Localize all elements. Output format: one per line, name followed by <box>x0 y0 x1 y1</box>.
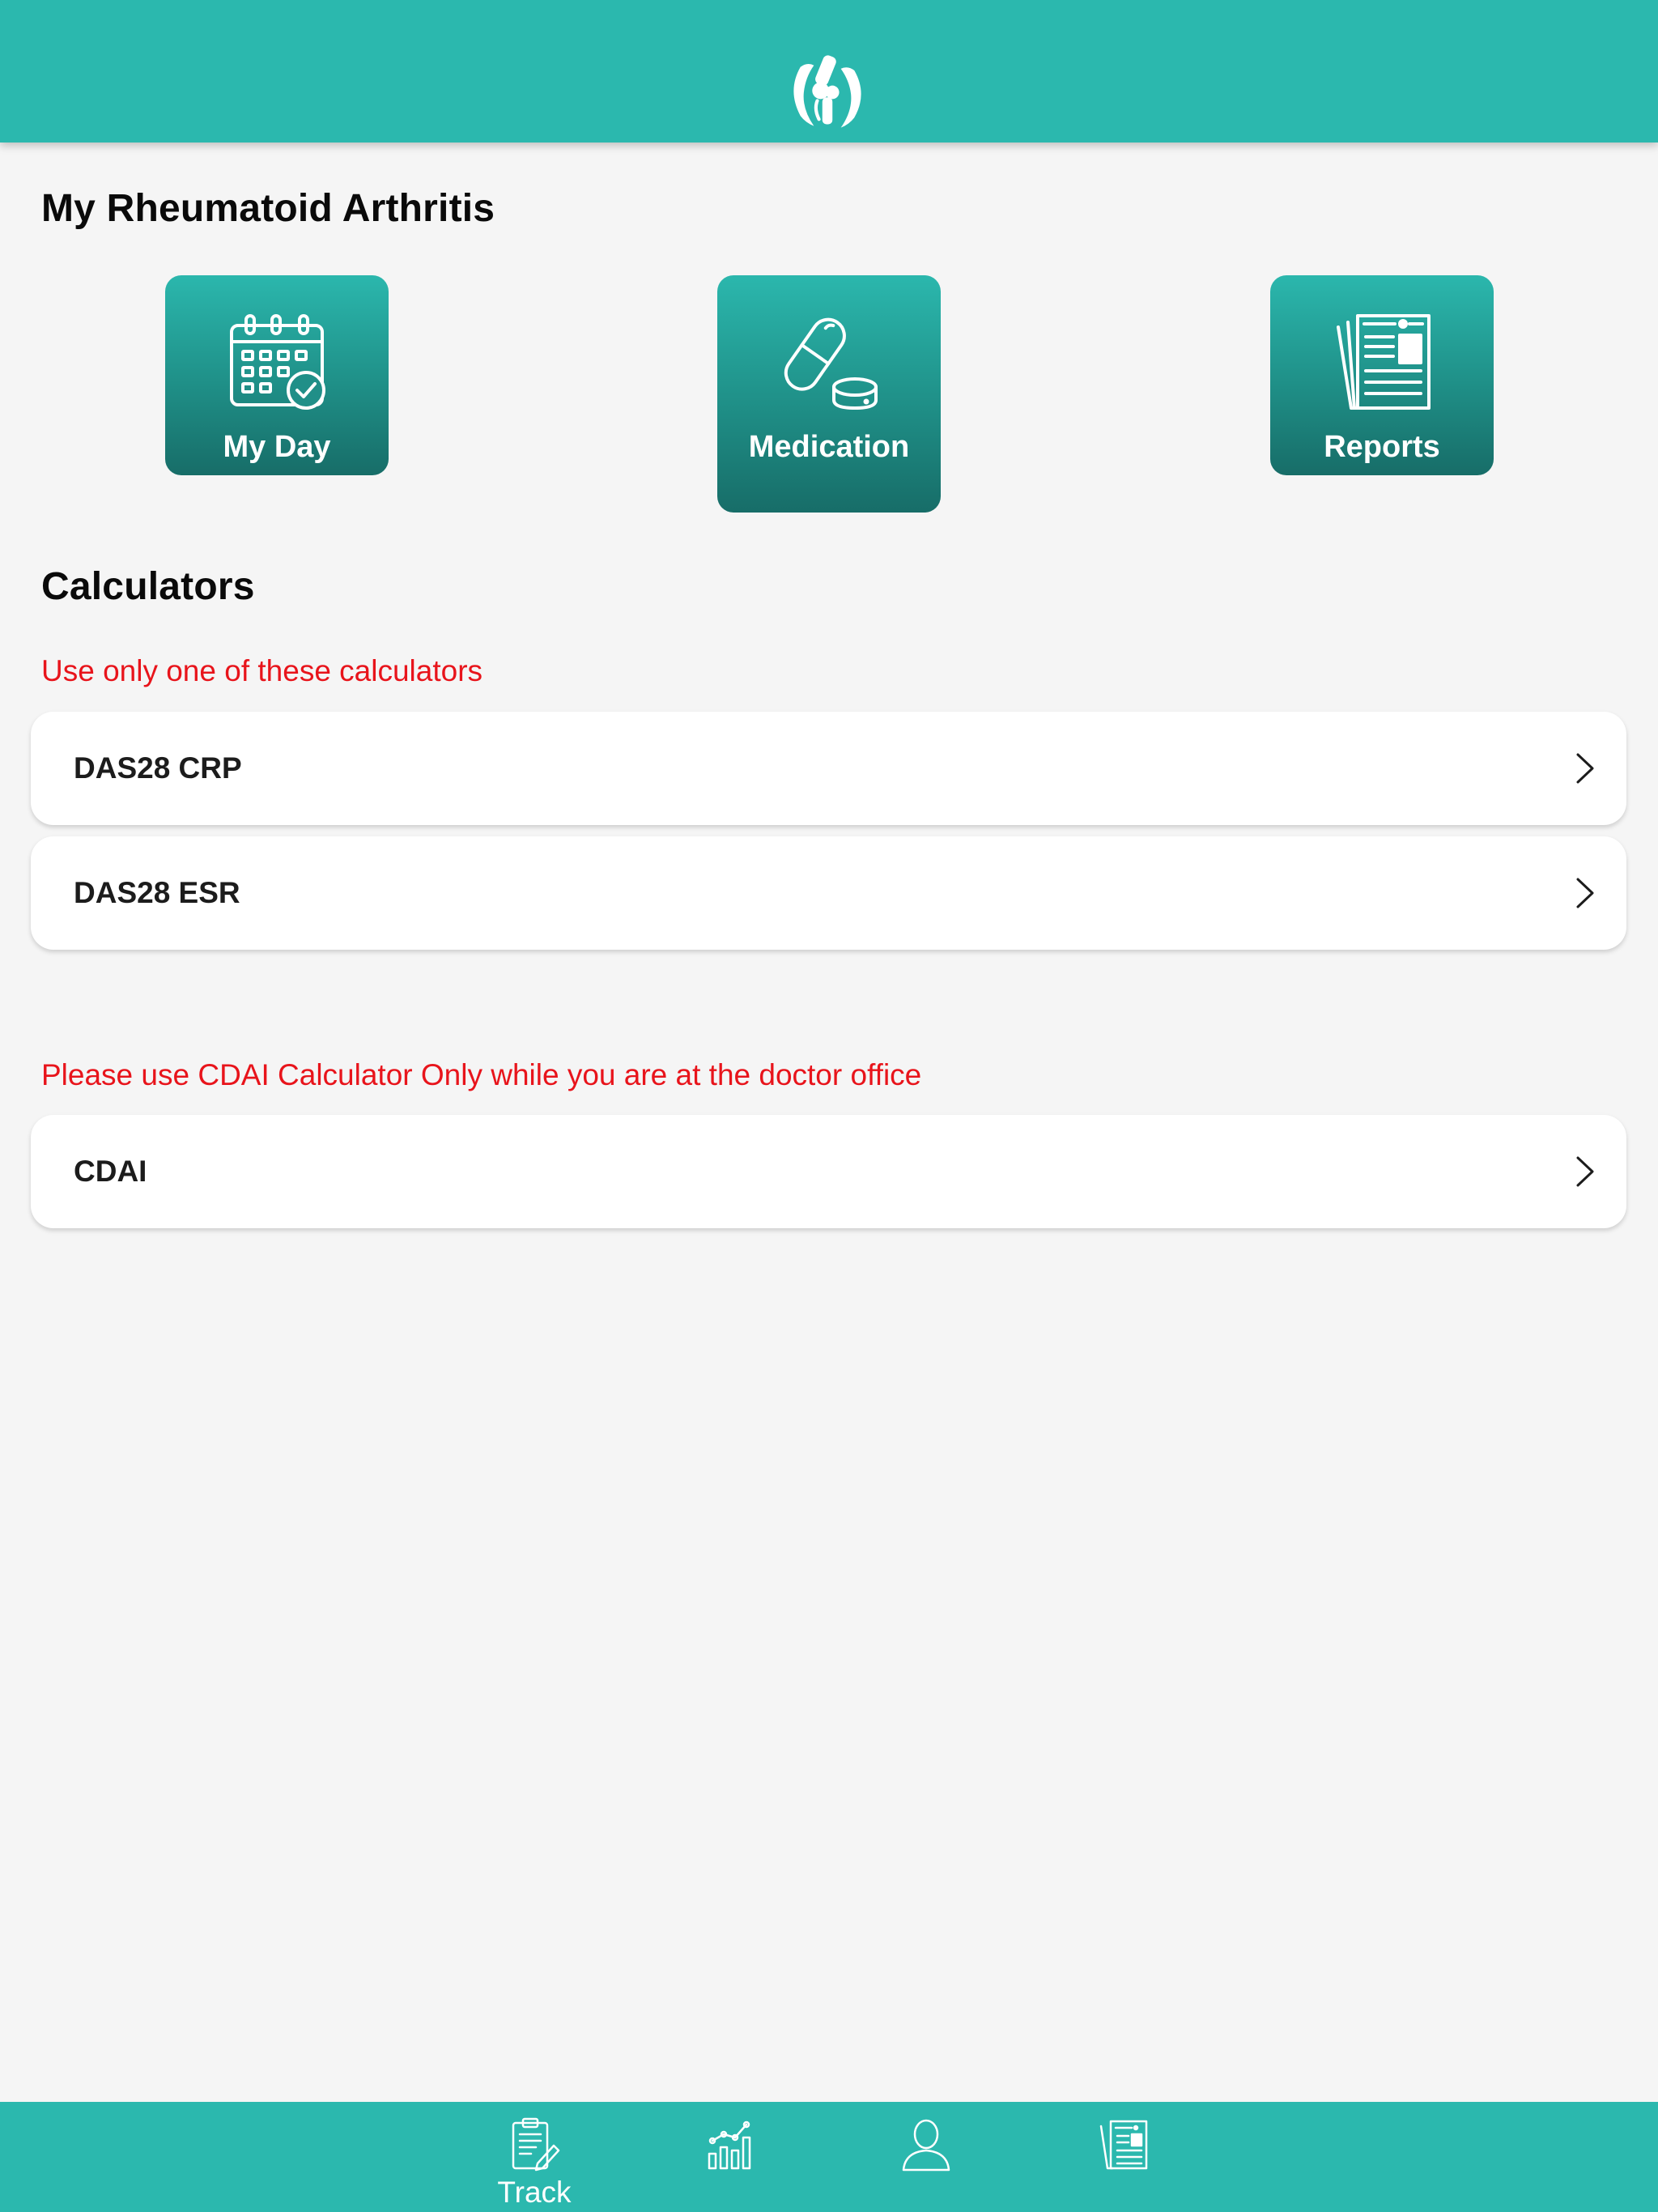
calculator-label: CDAI <box>74 1155 147 1188</box>
tab-reports[interactable] <box>1075 2102 1172 2212</box>
tab-label-track: Track <box>497 2176 572 2209</box>
chevron-right-icon <box>1576 878 1594 908</box>
calculator-label: DAS28 CRP <box>74 751 242 785</box>
calculator-das28-esr[interactable]: DAS28 ESR <box>31 836 1626 950</box>
tile-my-day[interactable]: My Day <box>165 275 389 475</box>
tile-label-medication: Medication <box>748 430 910 464</box>
chart-icon <box>708 2121 751 2170</box>
top-bar <box>0 0 1658 143</box>
calculator-das28-crp[interactable]: DAS28 CRP <box>31 712 1626 825</box>
documents-icon <box>1337 314 1431 410</box>
tab-track[interactable]: Track <box>486 2102 583 2212</box>
clipboard-pencil-icon <box>512 2117 560 2172</box>
section-title-ra: My Rheumatoid Arthritis <box>41 187 495 230</box>
user-icon <box>902 2119 950 2172</box>
chevron-right-icon <box>1576 1156 1594 1187</box>
calculator-note: Use only one of these calculators <box>41 654 483 687</box>
cdai-note: Please use CDAI Calculator Only while yo… <box>41 1058 922 1091</box>
pill-capsule-icon <box>784 317 878 410</box>
tile-reports[interactable]: Reports <box>1270 275 1494 475</box>
news-icon <box>1099 2120 1148 2170</box>
tile-label-my-day: My Day <box>223 430 331 464</box>
tab-charts[interactable] <box>682 2102 779 2212</box>
knee-joint-logo-icon <box>793 55 861 128</box>
bottom-tab-bar: Track <box>0 2102 1658 2212</box>
calculator-cdai[interactable]: CDAI <box>31 1115 1626 1228</box>
tile-medication[interactable]: Medication <box>717 275 941 513</box>
tile-label-reports: Reports <box>1324 430 1440 464</box>
tab-profile[interactable] <box>878 2102 975 2212</box>
calendar-check-icon <box>230 314 325 410</box>
section-title-calculators: Calculators <box>41 565 255 608</box>
calculator-label: DAS28 ESR <box>74 876 240 909</box>
chevron-right-icon <box>1576 753 1594 784</box>
